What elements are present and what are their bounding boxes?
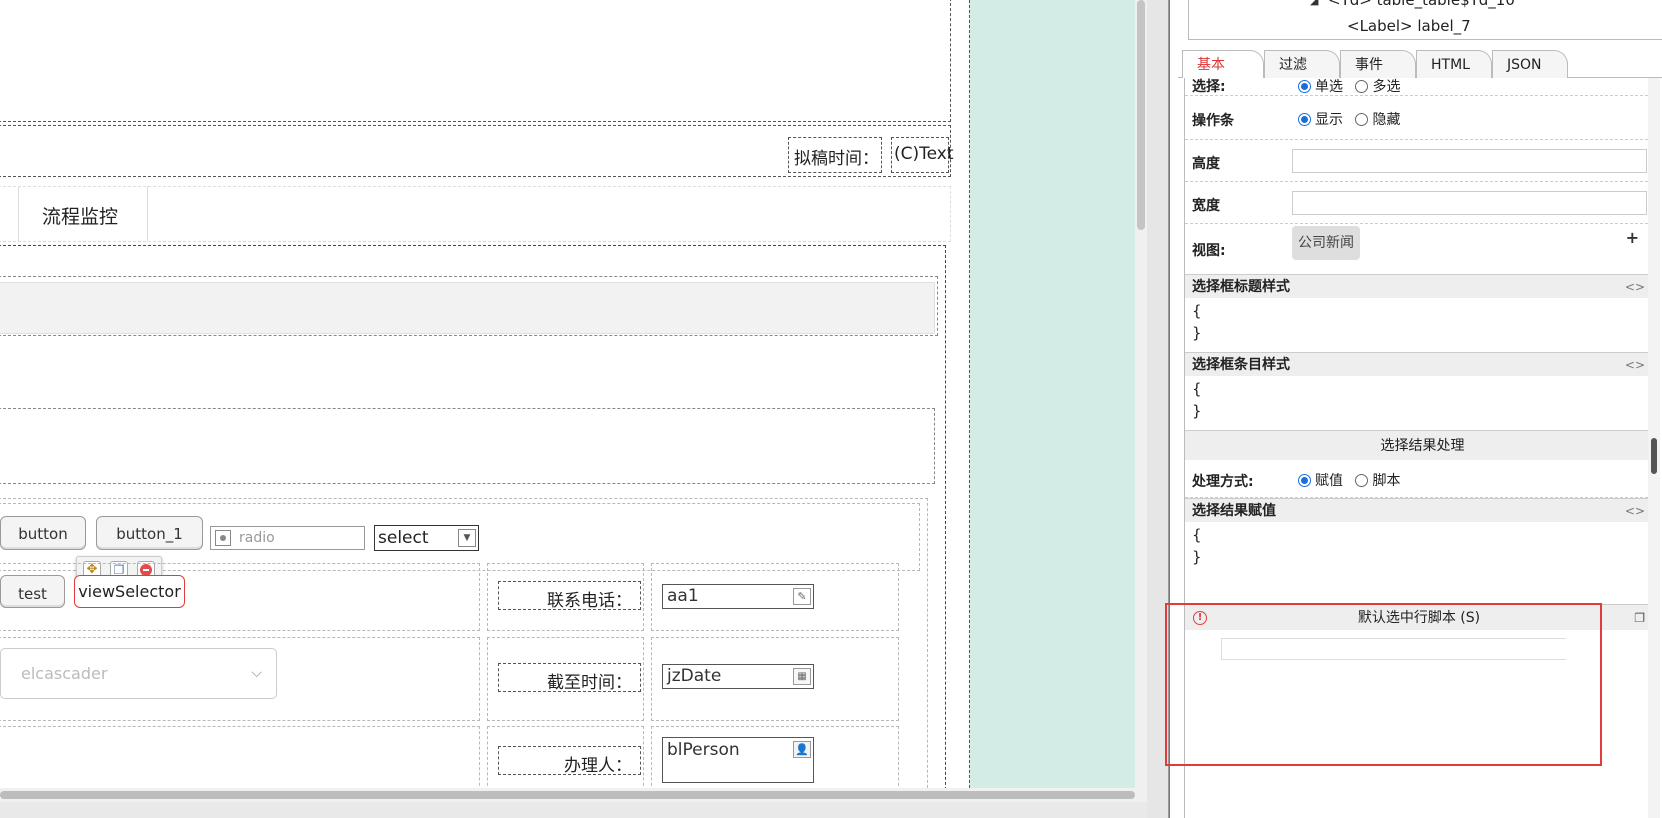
contact-phone-label-box: 联系电话： (498, 581, 641, 611)
section-result-assign-label: 选择结果赋值 (1192, 503, 1276, 519)
radio-icon (215, 530, 231, 546)
section-title-style[interactable]: 选择框标题样式 <> (1185, 274, 1653, 298)
canvas-horizontal-scrollbar[interactable] (0, 788, 1147, 802)
code-icon[interactable]: <> (1625, 353, 1645, 377)
radio-assign[interactable] (1298, 474, 1311, 487)
contact-phone-input[interactable]: aa1 ✎ (662, 584, 814, 609)
prop-select-label: 选择: (1192, 79, 1226, 95)
section-result-handling: 选择结果处理 (1185, 430, 1653, 460)
select-value: select (378, 528, 429, 548)
width-input[interactable] (1292, 191, 1647, 215)
deadline-label: 截至时间： (547, 673, 632, 693)
row2-left-cell (0, 563, 480, 631)
radio-script[interactable] (1355, 474, 1369, 487)
test-button[interactable]: test (0, 575, 65, 608)
panel-vscroll-thumb[interactable] (1651, 438, 1657, 474)
radio-multi-label: 多选 (1372, 79, 1401, 95)
design-canvas[interactable]: 拟稿时间： (C)Text 流程监控 button button_1 radio… (0, 0, 1135, 788)
prop-width-label: 宽度 (1192, 198, 1220, 214)
section-item-style[interactable]: 选择框条目样式 <> (1185, 352, 1653, 376)
radio-field-label: radio (239, 530, 275, 546)
chevron-down-icon[interactable]: ▼ (458, 529, 476, 547)
prop-toolbar: 操作条 显示 隐藏 (1185, 96, 1653, 140)
handler-label-box: 办理人： (498, 746, 641, 776)
radio-assign-label: 赋值 (1315, 473, 1343, 489)
calendar-icon[interactable]: ▦ (793, 668, 811, 685)
code-icon[interactable]: <> (1625, 499, 1645, 523)
prop-height: 高度 (1185, 140, 1653, 182)
add-view-icon[interactable]: + (1626, 228, 1639, 247)
expand-editor-icon[interactable]: ❐ (1634, 605, 1645, 631)
radio-single-label: 单选 (1315, 79, 1343, 95)
radio-show[interactable] (1298, 113, 1311, 126)
section-item-style-label: 选择框条目样式 (1192, 357, 1290, 373)
prop-height-label: 高度 (1192, 156, 1220, 172)
chevron-down-icon: ⌵ (251, 665, 262, 681)
code-icon[interactable]: <> (1625, 275, 1645, 299)
highlight-box (1165, 603, 1602, 766)
middle-box[interactable] (0, 408, 935, 484)
prop-view-label: 视图: (1192, 243, 1226, 259)
radio-single[interactable] (1298, 80, 1311, 93)
tree-expand-icon[interactable]: ◢ (1310, 0, 1318, 7)
prop-handle-mode: 处理方式: 赋值 脚本 (1185, 460, 1653, 498)
tab-process-monitor[interactable]: 流程监控 (18, 186, 148, 241)
tab-process-monitor-label: 流程监控 (42, 206, 119, 228)
contact-phone-label: 联系电话： (547, 591, 632, 611)
app-root: 拟稿时间： (C)Text 流程监控 button button_1 radio… (0, 0, 1662, 818)
title-style-brace-open[interactable]: { (1192, 302, 1202, 320)
radio-hide[interactable] (1355, 113, 1369, 126)
handler-label: 办理人： (564, 756, 632, 776)
canvas-vertical-scrollbar[interactable] (1135, 0, 1147, 788)
view-chip[interactable]: 公司新闻 (1292, 226, 1360, 260)
section-title-style-label: 选择框标题样式 (1192, 279, 1290, 295)
row4-left-cell (0, 726, 480, 788)
radio-script-label: 脚本 (1372, 473, 1401, 489)
panel-vertical-scrollbar[interactable] (1648, 78, 1660, 818)
prop-width: 宽度 (1185, 182, 1653, 224)
contact-phone-value: aa1 (667, 586, 699, 606)
radio-show-label: 显示 (1315, 112, 1343, 128)
elcascader-placeholder: elcascader (21, 664, 108, 683)
prop-view: 视图: 公司新闻 + (1185, 224, 1653, 274)
deadline-label-box: 截至时间： (498, 663, 641, 693)
elcascader-select[interactable]: elcascader ⌵ (0, 648, 277, 699)
section-result-assign[interactable]: 选择结果赋值 <> (1185, 498, 1653, 522)
canvas-side-area (969, 0, 1135, 788)
radio-multi[interactable] (1355, 80, 1369, 93)
item-style-brace-close[interactable]: } (1192, 402, 1202, 420)
radio-field[interactable]: radio (210, 526, 365, 550)
select-dropdown[interactable]: select ▼ (374, 525, 479, 551)
handler-value: blPerson (667, 740, 740, 760)
button-button[interactable]: button (0, 516, 86, 550)
radio-hide-label: 隐藏 (1372, 112, 1401, 128)
draft-time-label-box[interactable]: 拟稿时间： (788, 137, 882, 173)
title-style-brace-close[interactable]: } (1192, 324, 1202, 342)
button-1-button[interactable]: button_1 (96, 516, 203, 550)
tree-item-td[interactable]: <Td> table_table$Td_10 (1328, 0, 1515, 9)
tree-item-label[interactable]: <Label> label_7 (1347, 17, 1471, 35)
prop-toolbar-label: 操作条 (1192, 113, 1234, 129)
item-style-brace-open[interactable]: { (1192, 380, 1202, 398)
result-assign-brace-open[interactable]: { (1192, 526, 1202, 544)
person-icon[interactable]: 👤 (793, 741, 811, 758)
canvas-hscroll-thumb[interactable] (0, 791, 1135, 799)
draft-time-text: (C)Text (894, 144, 954, 164)
query-bar[interactable] (0, 282, 935, 334)
section-result-handling-label: 选择结果处理 (1380, 438, 1465, 454)
component-tree[interactable]: ◢ <Td> table_table$Td_10 <Label> label_7 (1188, 0, 1662, 40)
view-selector-button[interactable]: viewSelector (74, 575, 185, 608)
handler-input[interactable]: blPerson 👤 (662, 737, 814, 783)
result-assign-brace-close[interactable]: } (1192, 548, 1202, 566)
prop-handle-mode-label: 处理方式: (1192, 474, 1254, 490)
deadline-input[interactable]: jzDate ▦ (662, 664, 814, 689)
height-input[interactable] (1292, 149, 1647, 173)
draft-time-label: 拟稿时间： (794, 149, 879, 169)
prop-select-mode: 选择: 单选 多选 (1185, 64, 1653, 96)
deadline-value: jzDate (667, 666, 722, 686)
top-region[interactable] (0, 0, 951, 122)
canvas-vscroll-thumb[interactable] (1137, 0, 1145, 230)
draft-time-text-box[interactable]: (C)Text (891, 137, 954, 173)
edit-icon[interactable]: ✎ (793, 588, 811, 605)
